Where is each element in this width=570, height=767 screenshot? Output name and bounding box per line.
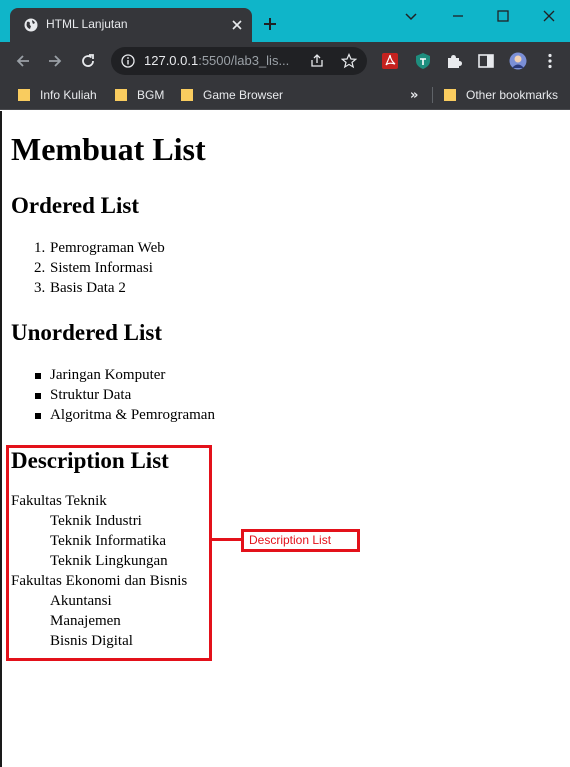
share-icon[interactable] [309, 53, 325, 69]
close-tab-icon[interactable] [230, 18, 244, 32]
bookmarks-bar: Info Kuliah BGM Game Browser » Other boo… [0, 80, 570, 110]
close-window-icon[interactable] [541, 8, 557, 24]
url-path: :5500/lab3_lis... [198, 53, 290, 68]
folder-icon [115, 89, 127, 101]
bookmark-label: Game Browser [203, 88, 284, 102]
folder-icon [18, 89, 30, 101]
bookmark-label: Info Kuliah [40, 88, 97, 102]
list-marker: 3. [34, 280, 46, 296]
extensions-puzzle-icon[interactable] [445, 52, 463, 70]
shield-extension-icon[interactable] [414, 52, 432, 70]
window-titlebar: HTML Lanjutan [0, 0, 570, 42]
more-bookmarks-chevron-icon[interactable]: » [410, 88, 418, 103]
bookmark-label: Other bookmarks [466, 88, 559, 102]
minimize-icon[interactable] [450, 8, 466, 24]
side-panel-icon[interactable] [477, 52, 495, 70]
unordered-list-heading: Unordered List [11, 320, 162, 345]
pdf-extension-icon[interactable] [381, 52, 399, 70]
reload-icon[interactable] [79, 52, 97, 70]
browser-toolbar: 127.0.0.1:5500/lab3_lis... [0, 42, 570, 80]
bookmark-folder[interactable]: Game Browser [181, 87, 283, 103]
annotation-connector-line [212, 538, 242, 541]
tab-title: HTML Lanjutan [46, 17, 128, 31]
annotation-label-box: Description List [241, 529, 360, 552]
square-bullet [35, 393, 41, 399]
url-text[interactable]: 127.0.0.1:5500/lab3_lis... [144, 53, 289, 68]
annotation-highlight-box [6, 445, 212, 661]
list-marker: 1. [34, 240, 46, 256]
menu-kebab-icon[interactable] [541, 52, 559, 70]
profile-avatar-icon[interactable] [509, 52, 527, 70]
unordered-list-item: Jaringan Komputer [50, 367, 166, 383]
ordered-list-heading: Ordered List [11, 193, 139, 218]
square-bullet [35, 413, 41, 419]
unordered-list-item: Struktur Data [50, 387, 132, 403]
site-info-icon[interactable] [121, 54, 135, 68]
new-tab-icon[interactable] [262, 16, 278, 32]
bookmark-folder[interactable]: Info Kuliah [18, 87, 97, 103]
bookmark-label: BGM [137, 88, 165, 102]
url-host: 127.0.0.1 [144, 53, 199, 68]
list-marker: 2. [34, 260, 46, 276]
square-bullet [35, 373, 41, 379]
address-bar[interactable]: 127.0.0.1:5500/lab3_lis... [111, 47, 367, 75]
folder-icon [444, 89, 456, 101]
folder-icon [181, 89, 193, 101]
page-viewport: Membuat List Ordered List 1. Pemrograman… [0, 111, 570, 767]
tab-search-icon[interactable] [403, 8, 419, 24]
back-arrow-icon[interactable] [14, 52, 32, 70]
ordered-list-item: Basis Data 2 [50, 280, 126, 296]
other-bookmarks-folder[interactable]: Other bookmarks [444, 87, 558, 103]
annotation-label: Description List [249, 533, 332, 547]
forward-arrow-icon[interactable] [46, 52, 64, 70]
page-title: Membuat List [11, 131, 206, 167]
globe-icon [24, 18, 38, 32]
unordered-list-item: Algoritma & Pemrograman [50, 407, 215, 423]
bookmark-folder[interactable]: BGM [115, 87, 164, 103]
ordered-list-item: Sistem Informasi [50, 260, 153, 276]
ordered-list-item: Pemrograman Web [50, 240, 165, 256]
browser-tab[interactable]: HTML Lanjutan [10, 8, 252, 42]
bookmarks-divider [432, 87, 433, 103]
bookmark-star-icon[interactable] [341, 53, 357, 69]
maximize-icon[interactable] [495, 8, 511, 24]
